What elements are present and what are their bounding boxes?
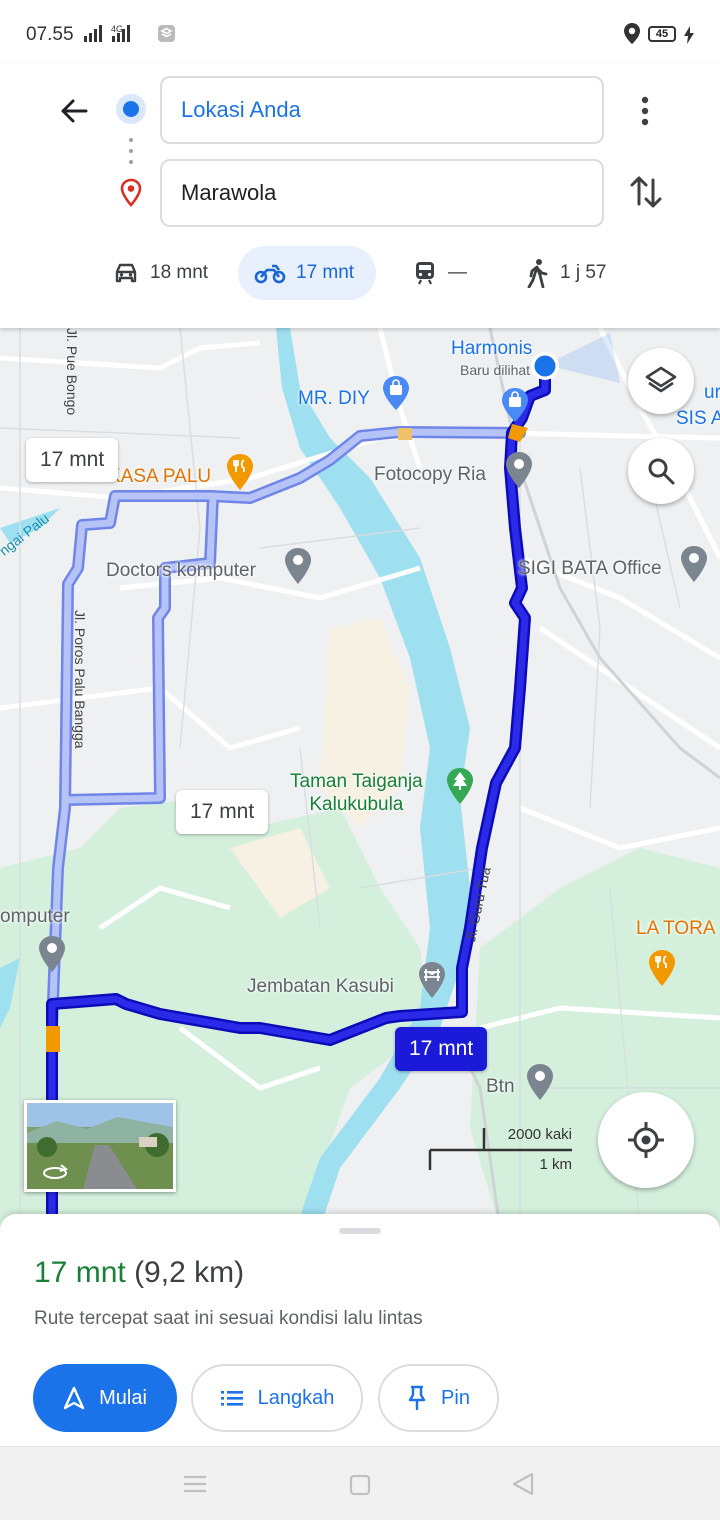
park-pin-icon[interactable]	[444, 766, 476, 815]
poi-sigi-bata[interactable]: SIGI BATA Office	[518, 558, 662, 580]
gps-crosshair-icon	[628, 1122, 664, 1158]
back-arrow-icon	[61, 99, 88, 123]
poi-btn[interactable]: Btn	[486, 1076, 515, 1098]
status-time: 07.55	[26, 24, 74, 45]
navigation-arrow-icon	[63, 1386, 85, 1410]
route-connector-dots	[129, 138, 133, 168]
status-bar: 07.55 4G 45	[0, 0, 720, 64]
swap-locations-button[interactable]	[626, 170, 666, 214]
poi-taman-line2: Kalukubula	[309, 794, 404, 815]
poi-harmonis-subtitle: Baru dilihat	[460, 362, 531, 378]
mode-motorcycle[interactable]: 17 mnt	[238, 246, 376, 300]
more-options-button[interactable]	[630, 90, 660, 132]
rotate-360-icon	[43, 1164, 69, 1179]
triangle-back-icon	[512, 1472, 534, 1496]
destination-pin-icon	[119, 178, 143, 213]
car-icon	[115, 263, 137, 283]
list-icon	[220, 1391, 243, 1406]
layers-icon	[645, 366, 677, 393]
start-navigation-button[interactable]: Mulai	[33, 1364, 177, 1432]
battery-icon: 45	[648, 26, 676, 42]
network-type-label: 4G	[111, 24, 123, 34]
mode-car-label: 18 mnt	[150, 262, 209, 283]
street-view-preview[interactable]	[24, 1100, 176, 1192]
poi-mr-diy[interactable]: MR. DIY	[298, 388, 370, 410]
maps-directions-screen: 07.55 4G 45 Lokasi Anda Marawola 18 mnt …	[0, 0, 720, 1520]
destination-field[interactable]: Marawola	[160, 159, 604, 227]
restaurant-pin-icon[interactable]	[224, 452, 256, 501]
shopping-pin-icon[interactable]	[380, 374, 412, 419]
bridge-pin-icon[interactable]	[416, 960, 448, 1009]
poi-komputer[interactable]: omputer	[0, 906, 70, 928]
poi-edge-right-2[interactable]: SIS A	[676, 408, 720, 430]
route-distance: (9,2 km)	[134, 1256, 245, 1289]
sheet-drag-handle[interactable]	[339, 1228, 381, 1234]
back-nav-button[interactable]	[510, 1471, 536, 1502]
poi-la-tora[interactable]: LA TORA	[636, 918, 716, 940]
route-duration: 17 mnt	[34, 1256, 126, 1289]
layers-button[interactable]	[628, 348, 694, 414]
street-pue-bongo: Jl. Pue Bongo	[64, 328, 80, 416]
origin-field[interactable]: Lokasi Anda	[160, 76, 604, 144]
mode-walk[interactable]: 1 j 57	[524, 246, 606, 300]
menu-nav-button[interactable]	[182, 1473, 208, 1500]
my-location-button[interactable]	[598, 1092, 694, 1188]
map-view[interactable]: Harmonis Baru dilihat MR. DIY RASA KASA …	[0, 328, 720, 1228]
route-summary: 17 mnt (9,2 km)	[34, 1256, 244, 1290]
home-nav-button[interactable]	[348, 1473, 372, 1502]
route-summary-sheet[interactable]: 17 mnt (9,2 km) Rute tercepat saat ini s…	[0, 1214, 720, 1446]
poi-jembatan-kasubi[interactable]: Jembatan Kasubi	[247, 976, 394, 998]
mode-transit-label: —	[448, 262, 467, 283]
motorcycle-icon	[254, 264, 286, 284]
system-navigation-bar	[0, 1446, 720, 1520]
street-poros-palu-bangga: Jl. Poros Palu Bangga	[72, 610, 88, 749]
place-pin-icon[interactable]	[36, 934, 68, 983]
search-button[interactable]	[628, 438, 694, 504]
poi-edge-right-1[interactable]: ur U	[704, 382, 720, 404]
restaurant-pin-icon[interactable]	[646, 948, 678, 997]
main-route-time-bubble[interactable]: 17 mnt	[395, 1027, 488, 1071]
signal-icon: 4G	[82, 22, 182, 51]
menu-lines-icon	[184, 1475, 206, 1493]
more-vert-icon	[641, 96, 649, 126]
search-icon	[648, 458, 675, 485]
directions-panel: Lokasi Anda Marawola 18 mnt 17 mnt — 1 j…	[0, 64, 720, 328]
alt-route-time-bubble[interactable]: 17 mnt	[26, 438, 119, 482]
location-icon	[622, 22, 642, 51]
place-pin-icon[interactable]	[282, 546, 314, 595]
steps-button[interactable]: Langkah	[191, 1364, 363, 1432]
route-note: Rute tercepat saat ini sesuai kondisi la…	[34, 1308, 423, 1329]
mode-walk-label: 1 j 57	[560, 262, 607, 283]
pin-route-button[interactable]: Pin	[378, 1364, 499, 1432]
train-icon	[416, 262, 434, 285]
mode-transit[interactable]: —	[412, 246, 467, 300]
map-scale: 2000 kaki 1 km	[428, 1126, 572, 1173]
pin-label: Pin	[441, 1386, 470, 1409]
walking-icon	[527, 259, 548, 288]
poi-doctors-komputer[interactable]: Doctors komputer	[106, 560, 256, 582]
push-pin-icon	[408, 1385, 426, 1411]
poi-taman-line1: Taman Taiganja	[290, 771, 423, 792]
charging-icon	[683, 26, 695, 49]
place-pin-icon[interactable]	[503, 450, 535, 499]
origin-dot-icon	[116, 94, 146, 124]
poi-fotocopy-ria[interactable]: Fotocopy Ria	[374, 464, 486, 486]
back-button[interactable]	[54, 90, 96, 132]
shopping-pin-icon[interactable]	[499, 386, 531, 431]
travel-modes: 18 mnt 17 mnt — 1 j 57	[0, 246, 720, 302]
place-pin-icon[interactable]	[524, 1062, 556, 1111]
poi-harmonis[interactable]: Harmonis	[451, 338, 532, 360]
start-label: Mulai	[99, 1386, 147, 1409]
place-pin-icon[interactable]	[678, 544, 710, 593]
poi-taman-taiganja[interactable]: Taman Taiganja Kalukubula	[290, 770, 423, 816]
mode-motorcycle-label: 17 mnt	[296, 262, 355, 283]
square-home-icon	[349, 1474, 371, 1496]
mode-car[interactable]: 18 mnt	[112, 246, 208, 300]
swap-vert-icon	[630, 176, 662, 208]
steps-label: Langkah	[257, 1386, 335, 1409]
alt-route-time-bubble[interactable]: 17 mnt	[176, 790, 269, 834]
